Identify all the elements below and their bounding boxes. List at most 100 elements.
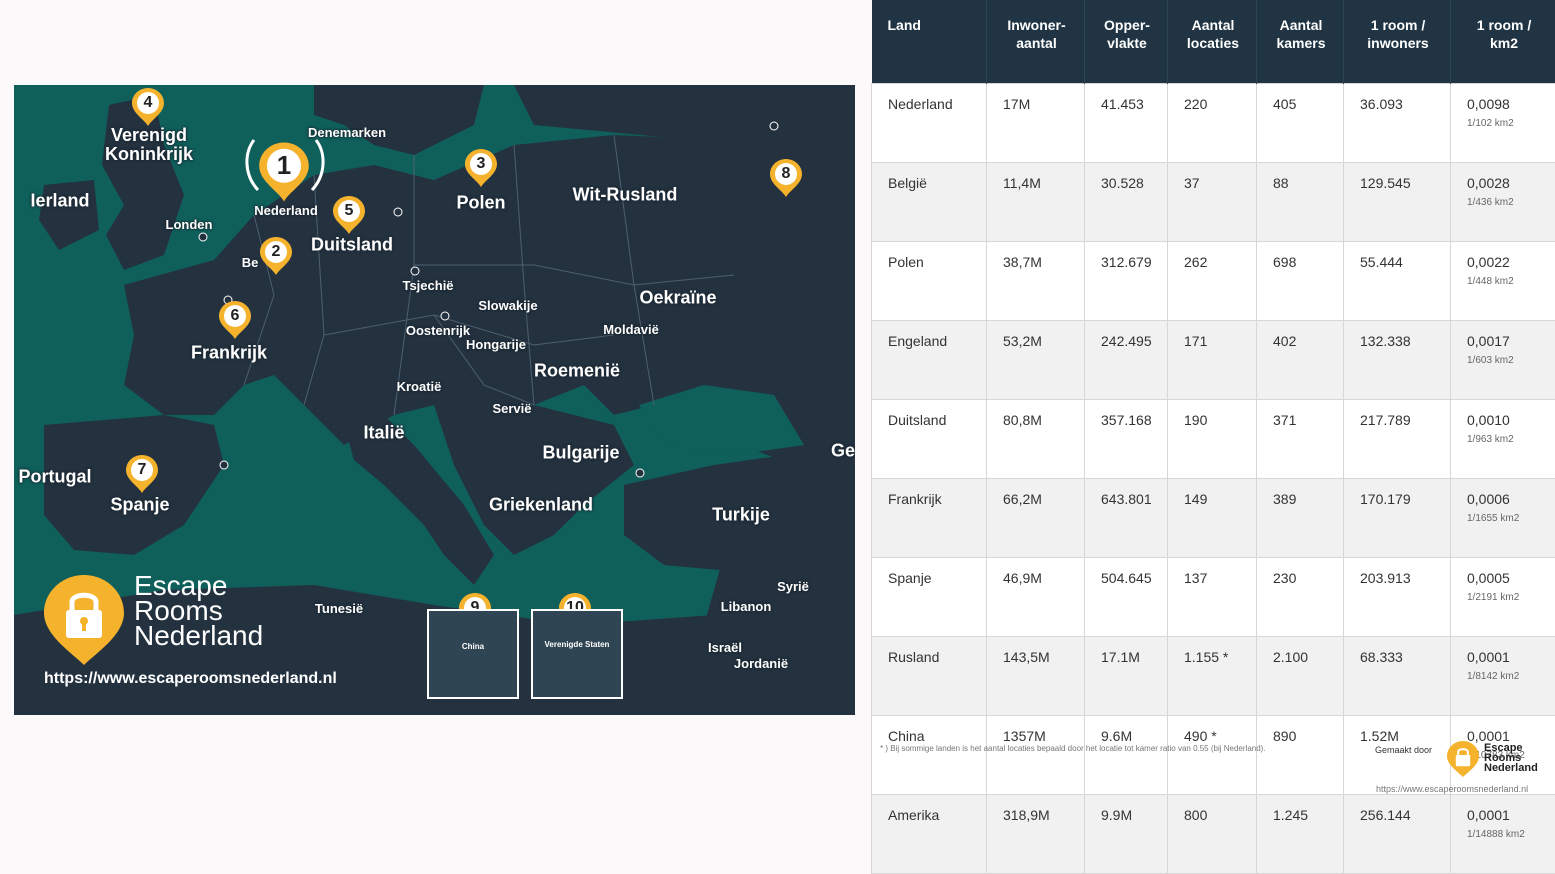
cell-value: 1.245 — [1273, 807, 1308, 823]
column-header[interactable]: Aantal kamers — [1257, 0, 1344, 84]
country-label: Kroatië — [397, 380, 442, 394]
padlock-pin-icon-small — [1447, 741, 1479, 777]
table-cell: 1.245 — [1257, 795, 1344, 874]
country-label: Syrië — [777, 580, 809, 594]
inset-china[interactable]: China — [427, 609, 519, 699]
cell-value: 0,0001 — [1467, 807, 1510, 823]
pin-number: 1 — [257, 150, 311, 181]
map-url[interactable]: https://www.escaperoomsnederland.nl — [44, 670, 337, 688]
table-cell: 30.528 — [1085, 163, 1168, 242]
country-label: Oostenrijk — [406, 324, 470, 338]
pin-number: 3 — [464, 155, 498, 173]
country-label: Polen — [456, 194, 505, 213]
pin-number: 2 — [259, 243, 293, 261]
table-row: Nederland17M41.45322040536.0930,00981/10… — [872, 84, 1555, 163]
table-cell: België — [872, 163, 987, 242]
small-brand-name: Escape Rooms Nederland — [1484, 743, 1538, 773]
column-header[interactable]: 1 room / inwoners — [1344, 0, 1451, 84]
table-cell: 405 — [1257, 84, 1344, 163]
cell-value: 55.444 — [1360, 254, 1403, 270]
cell-subvalue: 1/102 km2 — [1467, 118, 1549, 129]
footnote: * ) Bij sommige landen is het aantal loc… — [880, 744, 1266, 753]
cell-value: 890 — [1273, 728, 1296, 744]
country-label: Tsjechië — [402, 279, 453, 293]
cell-value: 0,0017 — [1467, 333, 1510, 349]
city-marker — [770, 122, 779, 131]
column-header[interactable]: Land — [872, 0, 987, 84]
country-label: Nederland — [254, 204, 318, 218]
cell-value: 0,0028 — [1467, 175, 1510, 191]
country-label: Israël — [708, 641, 742, 655]
table-cell: 17M — [987, 84, 1085, 163]
cell-subvalue: 1/448 km2 — [1467, 276, 1549, 287]
inset-usa[interactable]: Verenigde Staten — [531, 609, 623, 699]
column-header[interactable]: Inwoner- aantal — [987, 0, 1085, 84]
cell-value: Nederland — [888, 96, 953, 112]
table-cell: 402 — [1257, 321, 1344, 400]
map-pin-5[interactable]: 5 — [332, 195, 366, 235]
column-header[interactable]: Opper- vlakte — [1085, 0, 1168, 84]
table-cell: 66,2M — [987, 479, 1085, 558]
cell-value: 0,0006 — [1467, 491, 1510, 507]
city-marker — [220, 461, 229, 470]
cell-value: 129.545 — [1360, 175, 1411, 191]
table-cell: 53,2M — [987, 321, 1085, 400]
cell-value: 171 — [1184, 333, 1207, 349]
table-cell: Nederland — [872, 84, 987, 163]
table-cell: 0,0098 1/102 km2 — [1451, 84, 1555, 163]
cell-value: 262 — [1184, 254, 1207, 270]
city-marker — [199, 233, 208, 242]
table-cell: 9.9M — [1085, 795, 1168, 874]
table-cell: Rusland — [872, 637, 987, 716]
cell-value: 256.144 — [1360, 807, 1411, 823]
cell-value: 1357M — [1003, 728, 1046, 744]
inset-china-label: China — [429, 643, 517, 651]
table-cell: 0,00101/963 km2 — [1451, 400, 1555, 479]
cell-value: 41.453 — [1101, 96, 1144, 112]
table-row: België11,4M30.5283788129.5450,00281/436 … — [872, 163, 1555, 242]
country-label: Verenigd Koninkrijk — [94, 126, 204, 164]
country-label: Spanje — [110, 496, 169, 515]
table-cell: 643.801 — [1085, 479, 1168, 558]
table-cell: 143,5M — [987, 637, 1085, 716]
table-cell: 312.679 — [1085, 242, 1168, 321]
country-label: Italië — [363, 424, 404, 443]
pin-number: 8 — [769, 165, 803, 183]
cell-value: 0,0098 — [1467, 96, 1510, 112]
map-pin-8[interactable]: 8 — [769, 158, 803, 198]
cell-value: 318,9M — [1003, 807, 1050, 823]
cell-value: 402 — [1273, 333, 1296, 349]
country-label: Hongarije — [466, 338, 526, 352]
table-cell: 171 — [1168, 321, 1257, 400]
country-label: Wit-Rusland — [573, 186, 678, 205]
cell-value: 190 — [1184, 412, 1207, 428]
table-cell: 800 — [1168, 795, 1257, 874]
cell-value: 2.100 — [1273, 649, 1308, 665]
cell-value: Polen — [888, 254, 924, 270]
map-pin-1[interactable]: 1 — [257, 141, 311, 203]
footer-url[interactable]: https://www.escaperoomsnederland.nl — [1376, 784, 1528, 794]
table-cell: 2.100 — [1257, 637, 1344, 716]
table-row: Amerika318,9M9.9M8001.245256.1440,00011/… — [872, 795, 1555, 874]
table-cell: 698 — [1257, 242, 1344, 321]
map-pin-3[interactable]: 3 — [464, 148, 498, 188]
table-cell: 0,0017 1/603 km2 — [1451, 321, 1555, 400]
table-cell: Amerika — [872, 795, 987, 874]
column-header[interactable]: 1 room / km2 — [1451, 0, 1555, 84]
map-pin-4[interactable]: 4 — [131, 87, 165, 127]
cell-value: 698 — [1273, 254, 1296, 270]
map-pin-7[interactable]: 7 — [125, 454, 159, 494]
table-cell: 11,4M — [987, 163, 1085, 242]
cell-value: 30.528 — [1101, 175, 1144, 191]
cell-value: Rusland — [888, 649, 939, 665]
column-header[interactable]: Aantal locaties — [1168, 0, 1257, 84]
table-cell: 256.144 — [1344, 795, 1451, 874]
cell-subvalue: 1/603 km2 — [1467, 355, 1549, 366]
table-cell: 137 — [1168, 558, 1257, 637]
cell-value: 170.179 — [1360, 491, 1411, 507]
map-pin-2[interactable]: 2 — [259, 236, 293, 276]
cell-value: 66,2M — [1003, 491, 1042, 507]
cell-value: 143,5M — [1003, 649, 1050, 665]
city-marker — [636, 469, 645, 478]
map-pin-6[interactable]: 6 — [218, 300, 252, 340]
